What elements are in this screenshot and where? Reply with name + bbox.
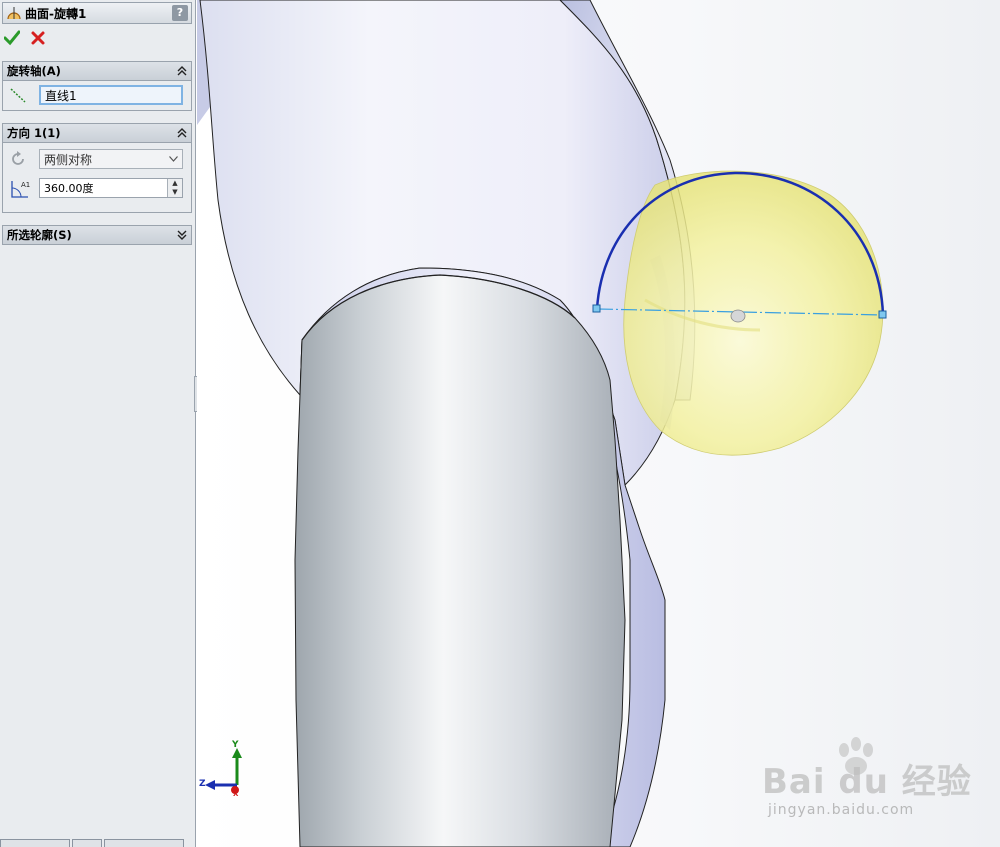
spin-up-icon[interactable]: ▲ xyxy=(168,179,182,188)
axis-selection-value: 直线1 xyxy=(45,88,77,103)
revolve-type-value: 两侧对称 xyxy=(44,152,93,167)
watermark-url: jingyan.baidu.com xyxy=(768,802,915,818)
revolve-type-dropdown[interactable]: 两侧对称 xyxy=(39,149,183,169)
ok-check-icon[interactable] xyxy=(4,30,20,46)
watermark-brand: Bai du 经验 xyxy=(762,762,972,802)
revolve-surface-icon xyxy=(7,7,21,20)
angle-input[interactable]: 360.00度 ▲ ▼ xyxy=(39,178,183,198)
selected-profiles-header[interactable]: 所选轮廓(S) xyxy=(3,226,191,244)
cancel-x-icon[interactable] xyxy=(30,30,46,46)
direction-group-header[interactable]: 方向 1(1) xyxy=(3,124,191,143)
chevron-down-icon xyxy=(169,156,178,162)
axis-group: 旋转轴(A) 直线1 xyxy=(2,61,192,111)
model-scene xyxy=(197,0,887,847)
triad-x-label: X xyxy=(233,790,239,798)
axis-selection-field[interactable]: 直线1 xyxy=(39,85,183,105)
axis-line-icon xyxy=(10,88,26,103)
axis-group-header[interactable]: 旋转轴(A) xyxy=(3,62,191,81)
triad-y-label: Y xyxy=(232,740,239,750)
panel-tab[interactable] xyxy=(0,839,70,847)
selected-profiles-title: 所选轮廓(S) xyxy=(7,228,72,242)
help-button[interactable]: ? xyxy=(172,5,188,21)
expand-chevron-icon[interactable] xyxy=(177,230,187,240)
collapse-chevron-icon[interactable] xyxy=(177,66,187,76)
direction-group-title: 方向 1(1) xyxy=(7,126,61,140)
property-manager-panel: 曲面-旋轉1 ? 旋转轴(A) 直线1 方向 1(1) 两侧对称 A1 360.… xyxy=(0,0,196,847)
reference-triad: Y Z X xyxy=(197,740,257,800)
angle-icon: A1 xyxy=(11,181,30,198)
panel-tab[interactable] xyxy=(104,839,184,847)
spin-down-icon[interactable]: ▼ xyxy=(168,188,182,197)
graphics-viewport[interactable]: Y Z X Bai du 经验 jingyan.baidu.com xyxy=(197,0,1000,847)
baidu-watermark: Bai du 经验 jingyan.baidu.com xyxy=(762,736,1000,831)
collapse-chevron-icon[interactable] xyxy=(177,128,187,138)
feature-title-bar: 曲面-旋轉1 ? xyxy=(2,2,192,24)
svg-text:A1: A1 xyxy=(21,181,30,189)
angle-spinner[interactable]: ▲ ▼ xyxy=(167,179,182,197)
selected-profiles-group: 所选轮廓(S) xyxy=(2,225,192,245)
direction-group: 方向 1(1) 两侧对称 A1 360.00度 ▲ ▼ xyxy=(2,123,192,213)
feature-title: 曲面-旋轉1 xyxy=(25,6,87,21)
action-buttons xyxy=(4,30,46,46)
triad-z-label: Z xyxy=(199,779,206,789)
reverse-direction-icon[interactable] xyxy=(9,150,27,168)
panel-tab[interactable] xyxy=(72,839,102,847)
angle-value: 360.00度 xyxy=(44,182,94,195)
panel-tabs xyxy=(0,839,196,847)
axis-group-title: 旋转轴(A) xyxy=(7,64,61,78)
